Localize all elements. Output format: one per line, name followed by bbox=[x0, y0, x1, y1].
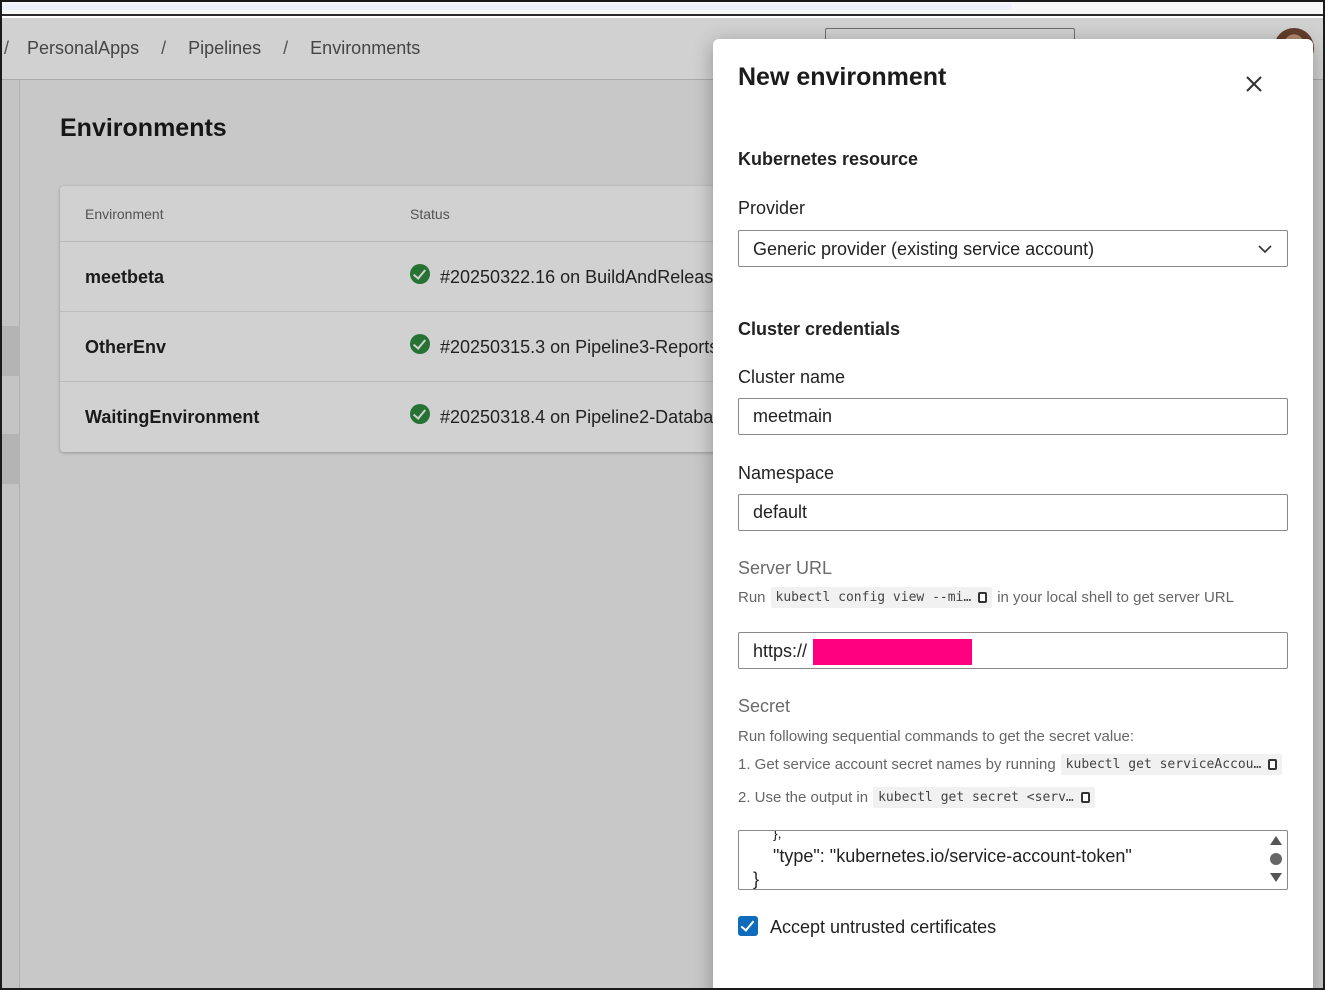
secret-line: }, bbox=[773, 830, 782, 841]
close-icon[interactable] bbox=[1243, 73, 1265, 95]
scroll-down-arrow-icon[interactable] bbox=[1270, 873, 1282, 882]
server-url-value: https:// bbox=[753, 641, 808, 661]
secret-step-2-command-text: kubectl get secret <serv… bbox=[878, 790, 1074, 805]
secret-line: "type": "kubernetes.io/service-account-t… bbox=[773, 846, 1132, 866]
scroll-thumb[interactable] bbox=[1270, 853, 1282, 865]
progress-bar bbox=[2, 4, 1012, 10]
secret-line: } bbox=[753, 869, 760, 889]
secret-step-2-text: 2. Use the output in bbox=[738, 789, 869, 806]
accept-untrusted-checkbox[interactable] bbox=[738, 916, 758, 936]
accept-untrusted-label[interactable]: Accept untrusted certificates bbox=[770, 917, 996, 938]
cluster-name-field[interactable] bbox=[738, 398, 1288, 435]
server-url-label: Server URL bbox=[738, 558, 833, 578]
secret-hint: Run following sequential commands to get… bbox=[738, 728, 1135, 745]
secret-step-1-text: 1. Get service account secret names by r… bbox=[738, 756, 1056, 773]
secret-step-1: 1. Get service account secret names by r… bbox=[738, 754, 1287, 775]
browser-top-strip bbox=[2, 2, 1323, 16]
section-cluster-credentials: Cluster credentials bbox=[738, 319, 901, 339]
scroll-up-arrow-icon[interactable] bbox=[1270, 836, 1282, 845]
textarea-scrollbar[interactable] bbox=[1269, 835, 1283, 887]
server-url-hint: Run kubectl config view --mi… in your lo… bbox=[738, 587, 1234, 608]
server-hint-command: kubectl config view --mi… bbox=[770, 587, 993, 608]
namespace-field[interactable] bbox=[738, 494, 1288, 531]
secret-step-2-command: kubectl get secret <serv… bbox=[873, 787, 1095, 808]
copy-icon[interactable] bbox=[978, 592, 988, 603]
secret-step-1-command: kubectl get serviceAccou… bbox=[1060, 754, 1283, 775]
secret-step-1-command-text: kubectl get serviceAccou… bbox=[1065, 757, 1262, 772]
provider-dropdown[interactable]: Generic provider (existing service accou… bbox=[738, 230, 1288, 267]
window-frame: / PersonalApps / Pipelines / Environment… bbox=[0, 0, 1325, 990]
redacted-block bbox=[813, 639, 972, 665]
namespace-label: Namespace bbox=[738, 463, 835, 483]
server-hint-command-text: kubectl config view --mi… bbox=[775, 590, 972, 605]
secret-step-2: 2. Use the output in kubectl get secret … bbox=[738, 787, 1100, 808]
section-kubernetes-resource: Kubernetes resource bbox=[738, 149, 919, 169]
panel-title: New environment bbox=[738, 63, 947, 91]
new-environment-panel: New environment Kubernetes resource Prov… bbox=[713, 39, 1313, 988]
chevron-down-icon bbox=[1258, 245, 1272, 254]
server-url-field[interactable]: https:// bbox=[738, 632, 1288, 669]
server-hint-prefix: Run bbox=[738, 589, 766, 606]
provider-selected-value: Generic provider (existing service accou… bbox=[753, 239, 1095, 259]
secret-textarea[interactable]: }, "type": "kubernetes.io/service-accoun… bbox=[738, 830, 1288, 890]
copy-icon[interactable] bbox=[1080, 792, 1090, 803]
cluster-name-label: Cluster name bbox=[738, 367, 846, 387]
server-hint-suffix: in your local shell to get server URL bbox=[997, 589, 1234, 606]
provider-label: Provider bbox=[738, 198, 806, 218]
copy-icon[interactable] bbox=[1268, 759, 1278, 770]
secret-label: Secret bbox=[738, 696, 791, 716]
